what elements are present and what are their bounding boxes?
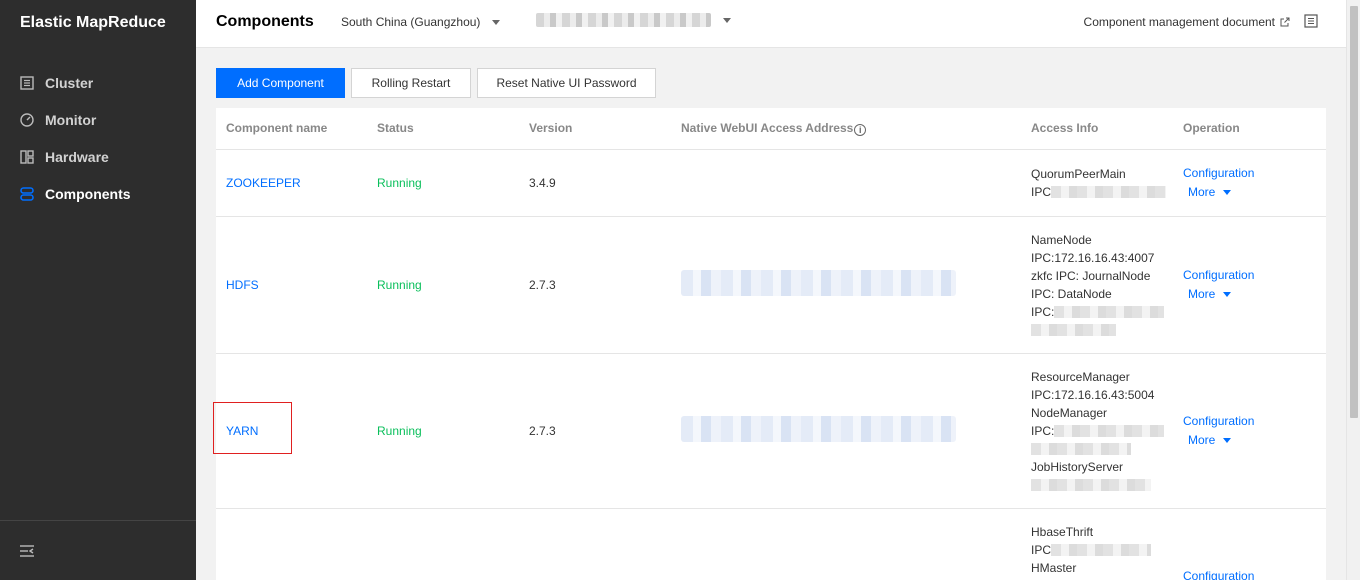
column-header: Version xyxy=(519,108,671,150)
configuration-link[interactable]: Configuration xyxy=(1183,414,1254,428)
doc-link[interactable]: Component management document xyxy=(1084,15,1290,29)
more-dropdown[interactable]: More xyxy=(1188,431,1232,450)
version-text: 2.7.3 xyxy=(529,277,556,292)
doc-link-label: Component management document xyxy=(1083,15,1275,29)
column-header: Status xyxy=(367,108,519,150)
monitor-icon xyxy=(19,112,35,128)
access-info-line: IPC: DataNode xyxy=(1031,286,1112,301)
column-header: Access Info xyxy=(1021,108,1173,150)
brand-title: Elastic MapReduce xyxy=(20,14,166,31)
configuration-link[interactable]: Configuration xyxy=(1183,569,1254,580)
status-text: Running xyxy=(377,277,422,292)
access-info-line: IPC:172.16.16.43:5004 xyxy=(1031,387,1155,402)
column-header: Operation xyxy=(1173,108,1326,150)
toolbar: Add Component Rolling Restart Reset Nati… xyxy=(216,68,656,98)
access-info-line: QuorumPeerMain xyxy=(1031,166,1126,181)
rolling-restart-button[interactable]: Rolling Restart xyxy=(351,68,471,98)
cluster-select[interactable] xyxy=(536,13,731,27)
sidebar-item-components[interactable]: Components xyxy=(0,175,196,212)
column-header: Component name xyxy=(216,108,367,150)
component-name-link[interactable]: YARN xyxy=(226,424,258,438)
configuration-link[interactable]: Configuration xyxy=(1183,268,1254,282)
webui-address-cell xyxy=(671,353,1021,509)
column-header-webui: Native WebUI Access Address i xyxy=(671,108,1021,150)
chevron-down-icon xyxy=(723,17,731,23)
blurred-value xyxy=(1031,443,1131,456)
chevron-down-icon xyxy=(492,19,501,25)
sidebar-item-hardware[interactable]: Hardware xyxy=(0,138,196,175)
blurred-value xyxy=(1051,544,1152,557)
status-text: Running xyxy=(377,175,422,190)
chevron-down-icon xyxy=(1223,437,1232,443)
table-row: HDFS Running 2.7.3 NameNode IPC:172.16.1… xyxy=(216,216,1326,354)
component-name-link[interactable]: ZOOKEEPER xyxy=(226,176,301,190)
page-title: Components xyxy=(216,13,314,30)
access-info-line: IPC: xyxy=(1031,422,1173,440)
reset-native-ui-password-button[interactable]: Reset Native UI Password xyxy=(477,68,656,98)
scrollbar-thumb[interactable] xyxy=(1350,6,1358,418)
blurred-address-link[interactable] xyxy=(681,270,956,296)
webui-address-cell xyxy=(671,508,1021,580)
status-text: Running xyxy=(377,423,422,438)
top-header: Components South China (Guangzhou) Compo… xyxy=(196,0,1346,48)
region-label: South China (Guangzhou) xyxy=(341,15,481,29)
table-row: HbaseThrift IPC HMaster Configuration xyxy=(216,508,1326,580)
chevron-down-icon xyxy=(1223,189,1232,195)
chevron-down-icon xyxy=(1223,291,1232,297)
sidebar-item-label: Hardware xyxy=(45,148,109,165)
cluster-icon xyxy=(19,75,35,91)
components-icon xyxy=(19,186,35,202)
component-name-link[interactable]: HDFS xyxy=(226,278,259,292)
cluster-name-blurred xyxy=(536,13,711,27)
blurred-value xyxy=(1051,186,1167,199)
info-icon[interactable]: i xyxy=(854,123,867,136)
sidebar-item-label: Cluster xyxy=(45,74,94,91)
webui-address-cell xyxy=(671,149,1021,217)
hardware-icon xyxy=(19,149,35,165)
list-menu-icon[interactable] xyxy=(1304,14,1318,28)
blurred-value xyxy=(1054,306,1165,319)
version-text: 2.7.3 xyxy=(529,423,556,438)
webui-address-cell xyxy=(671,216,1021,354)
access-info-line: IPC:172.16.16.43:4007 xyxy=(1031,250,1155,265)
sidebar-nav: Cluster Monitor Hardware Components xyxy=(0,64,196,212)
page-scrollbar[interactable] xyxy=(1346,0,1360,580)
components-table: Component name Status Version Native Web… xyxy=(216,108,1326,580)
table-header-row: Component name Status Version Native Web… xyxy=(216,108,1326,150)
table-row: YARN Running 2.7.3 ResourceManager IPC:1… xyxy=(216,353,1326,509)
access-info-line: NameNode xyxy=(1031,232,1092,247)
access-info-line: HbaseThrift xyxy=(1031,524,1094,539)
configuration-link[interactable]: Configuration xyxy=(1183,166,1254,180)
access-info-line xyxy=(1031,440,1173,458)
sidebar-item-monitor[interactable]: Monitor xyxy=(0,101,196,138)
region-select[interactable]: South China (Guangzhou) xyxy=(341,15,501,29)
access-info-line: ResourceManager xyxy=(1031,369,1130,384)
sidebar: Elastic MapReduce Cluster Monitor Hardwa… xyxy=(0,0,196,580)
more-dropdown[interactable]: More xyxy=(1188,285,1232,304)
access-info-line: HMaster xyxy=(1031,560,1077,575)
blurred-value xyxy=(1031,479,1151,492)
external-link-icon xyxy=(1280,17,1290,27)
add-component-button[interactable]: Add Component xyxy=(216,68,345,98)
more-dropdown[interactable]: More xyxy=(1188,183,1232,202)
blurred-value xyxy=(1031,324,1116,337)
collapse-menu-icon[interactable] xyxy=(19,543,35,559)
blurred-value xyxy=(1054,425,1165,438)
sidebar-footer xyxy=(0,520,196,580)
access-info-line xyxy=(1031,476,1173,494)
access-info-line: NodeManager xyxy=(1031,405,1108,420)
access-info-line: IPC: xyxy=(1031,303,1173,321)
sidebar-item-cluster[interactable]: Cluster xyxy=(0,64,196,101)
blurred-address-link[interactable] xyxy=(681,416,956,442)
table-row: ZOOKEEPER Running 3.4.9 QuorumPeerMain I… xyxy=(216,149,1326,217)
sidebar-item-label: Monitor xyxy=(45,111,97,128)
access-info-line: IPC xyxy=(1031,183,1173,201)
column-header: Native WebUI Access Address xyxy=(681,120,854,135)
version-text: 3.4.9 xyxy=(529,175,556,190)
access-info-line: zkfc IPC: JournalNode xyxy=(1031,268,1151,283)
sidebar-item-label: Components xyxy=(45,185,131,202)
access-info-line: IPC xyxy=(1031,541,1173,559)
access-info-line: JobHistoryServer xyxy=(1031,459,1124,474)
access-info-line xyxy=(1031,321,1173,339)
